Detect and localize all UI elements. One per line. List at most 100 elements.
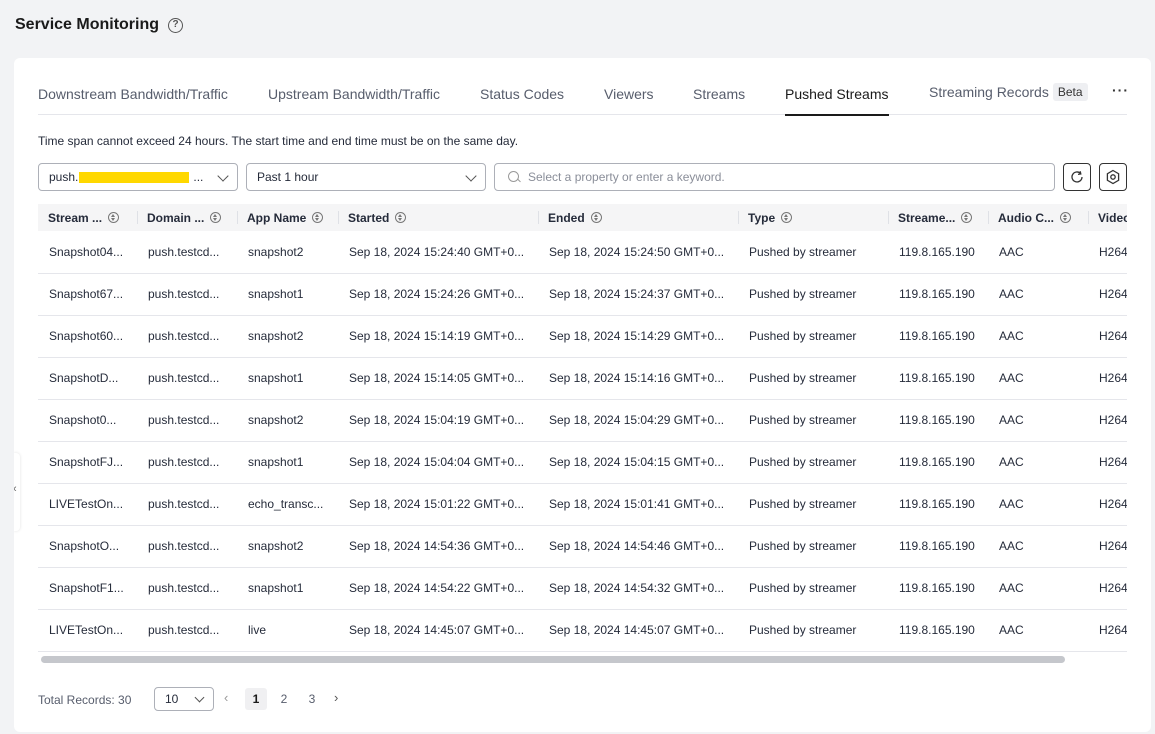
sort-icon[interactable] bbox=[1060, 212, 1071, 223]
tab-streaming-records[interactable]: Streaming Records Beta bbox=[929, 83, 1088, 112]
table-row[interactable]: SnapshotO... push.testcd... snapshot2 Sep 1… bbox=[38, 525, 1127, 568]
table-cell: 119.8.165.190 bbox=[888, 483, 988, 526]
table-cell: Snapshot0... bbox=[38, 399, 137, 442]
table-cell: Sep 18, 2024 14:54:32 GMT+0... bbox=[538, 567, 738, 610]
domain-select[interactable]: push.... bbox=[38, 163, 238, 191]
table-cell: Sep 18, 2024 15:14:19 GMT+0... bbox=[338, 315, 538, 358]
table-cell: Sep 18, 2024 15:04:19 GMT+0... bbox=[338, 399, 538, 442]
table-cell: live bbox=[237, 609, 338, 652]
tab-downstream-bandwidth[interactable]: Downstream Bandwidth/Traffic bbox=[38, 86, 228, 115]
table-cell: Sep 18, 2024 14:45:07 GMT+0... bbox=[538, 609, 738, 652]
table-cell: H264 bbox=[1088, 273, 1127, 316]
tab-pushed-streams[interactable]: Pushed Streams bbox=[785, 86, 889, 116]
column-header-label: Domain ... bbox=[147, 210, 205, 225]
table-cell: Pushed by streamer bbox=[738, 483, 888, 526]
table-cell: Pushed by streamer bbox=[738, 399, 888, 442]
chevron-down-icon bbox=[194, 692, 205, 703]
table-cell: AAC bbox=[988, 399, 1088, 442]
table-cell: echo_transc... bbox=[237, 483, 338, 526]
table-cell: Sep 18, 2024 14:54:36 GMT+0... bbox=[338, 525, 538, 568]
column-header[interactable]: Streame... bbox=[888, 204, 988, 231]
sort-icon[interactable] bbox=[312, 212, 324, 223]
horizontal-scrollbar[interactable] bbox=[41, 656, 1065, 663]
column-header[interactable]: Video bbox=[1088, 204, 1127, 231]
sort-icon[interactable] bbox=[961, 212, 973, 223]
table-cell: H264 bbox=[1088, 315, 1127, 358]
column-header[interactable]: Audio C... bbox=[988, 204, 1088, 231]
table-cell: snapshot2 bbox=[237, 399, 338, 442]
table-row[interactable]: SnapshotF1... push.testcd... snapshot1 Sep … bbox=[38, 567, 1127, 610]
gear-icon bbox=[1106, 169, 1120, 185]
table-cell: snapshot1 bbox=[237, 567, 338, 610]
table-row[interactable]: Snapshot0... push.testcd... snapshot2 Sep 1… bbox=[38, 399, 1127, 442]
tab-upstream-bandwidth[interactable]: Upstream Bandwidth/Traffic bbox=[268, 86, 440, 115]
table-cell: push.testcd... bbox=[137, 483, 237, 526]
table-row[interactable]: LIVETestOn... push.testcd... live Sep 18, 2… bbox=[38, 609, 1127, 652]
column-header[interactable]: Type bbox=[738, 204, 888, 231]
sort-icon[interactable] bbox=[395, 212, 407, 223]
tab-streaming-records-label: Streaming Records bbox=[929, 84, 1049, 100]
domain-prefix: push. bbox=[49, 170, 79, 184]
table-cell: Sep 18, 2024 15:24:26 GMT+0... bbox=[338, 273, 538, 316]
table-cell: Snapshot04... bbox=[38, 231, 137, 274]
table-cell: H264 bbox=[1088, 399, 1127, 442]
table-cell: 119.8.165.190 bbox=[888, 357, 988, 400]
table-row[interactable]: LIVETestOn... push.testcd... echo_transc..… bbox=[38, 483, 1127, 526]
table-row[interactable]: Snapshot60... push.testcd... snapshot2 Sep … bbox=[38, 315, 1127, 358]
pagination-bar: Total Records: 30 10 ‹ 1 2 3 › bbox=[38, 687, 938, 711]
page-1[interactable]: 1 bbox=[245, 688, 267, 710]
table-cell: snapshot2 bbox=[237, 231, 338, 274]
pushed-streams-table: Stream ... Domain ... App Name Started Ended… bbox=[38, 204, 1127, 652]
search-input[interactable] bbox=[528, 170, 1028, 184]
table-cell: AAC bbox=[988, 357, 1088, 400]
table-cell: push.testcd... bbox=[137, 567, 237, 610]
column-header[interactable]: Started bbox=[338, 204, 538, 231]
sort-icon[interactable] bbox=[781, 212, 793, 223]
sort-icon[interactable] bbox=[210, 212, 222, 223]
table-row[interactable]: SnapshotFJ... push.testcd... snapshot1 Sep … bbox=[38, 441, 1127, 484]
page-2[interactable]: 2 bbox=[273, 688, 295, 710]
table-cell: Snapshot60... bbox=[38, 315, 137, 358]
page-title: Service Monitoring bbox=[15, 16, 160, 33]
table-row[interactable]: Snapshot04... push.testcd... snapshot2 Sep … bbox=[38, 231, 1127, 274]
prev-page-icon[interactable]: ‹ bbox=[224, 690, 228, 705]
tab-viewers[interactable]: Viewers bbox=[604, 86, 654, 115]
table-cell: push.testcd... bbox=[137, 231, 237, 274]
refresh-icon bbox=[1071, 171, 1083, 183]
table-cell: LIVETestOn... bbox=[38, 483, 137, 526]
column-header-label: Started bbox=[348, 210, 390, 225]
table-cell: 119.8.165.190 bbox=[888, 609, 988, 652]
column-header-label: Audio C... bbox=[998, 210, 1054, 225]
sort-icon[interactable] bbox=[590, 212, 602, 223]
table-cell: Sep 18, 2024 15:01:22 GMT+0... bbox=[338, 483, 538, 526]
tab-streams[interactable]: Streams bbox=[693, 86, 745, 115]
page-header: Service Monitoring ? bbox=[15, 14, 184, 36]
help-circle-icon[interactable]: ? bbox=[168, 17, 184, 33]
table-cell: 119.8.165.190 bbox=[888, 273, 988, 316]
table-cell: Sep 18, 2024 14:54:22 GMT+0... bbox=[338, 567, 538, 610]
page-size-select[interactable]: 10 bbox=[154, 687, 214, 711]
more-icon[interactable]: ··· bbox=[1112, 82, 1129, 98]
column-header[interactable]: Stream ... bbox=[38, 204, 137, 231]
settings-button[interactable] bbox=[1099, 163, 1127, 191]
refresh-button[interactable] bbox=[1063, 163, 1091, 191]
table-cell: snapshot2 bbox=[237, 525, 338, 568]
sort-icon[interactable] bbox=[108, 212, 120, 223]
table-cell: push.testcd... bbox=[137, 441, 237, 484]
tab-status-codes[interactable]: Status Codes bbox=[480, 86, 564, 115]
table-cell: Sep 18, 2024 15:14:05 GMT+0... bbox=[338, 357, 538, 400]
column-header[interactable]: Ended bbox=[538, 204, 738, 231]
column-header[interactable]: App Name bbox=[237, 204, 338, 231]
table-cell: AAC bbox=[988, 567, 1088, 610]
page-3[interactable]: 3 bbox=[301, 688, 323, 710]
column-header[interactable]: Domain ... bbox=[137, 204, 237, 231]
search-box bbox=[494, 163, 1055, 191]
table-row[interactable]: SnapshotD... push.testcd... snapshot1 Sep 1… bbox=[38, 357, 1127, 400]
next-page-icon[interactable]: › bbox=[334, 690, 338, 705]
collapse-handle[interactable]: ‹ bbox=[14, 453, 20, 531]
time-range-select[interactable]: Past 1 hour bbox=[246, 163, 486, 191]
table-cell: Sep 18, 2024 15:04:15 GMT+0... bbox=[538, 441, 738, 484]
chevron-down-icon bbox=[217, 170, 229, 182]
table-row[interactable]: Snapshot67... push.testcd... snapshot1 Sep … bbox=[38, 273, 1127, 316]
column-header-label: Stream ... bbox=[48, 210, 103, 225]
